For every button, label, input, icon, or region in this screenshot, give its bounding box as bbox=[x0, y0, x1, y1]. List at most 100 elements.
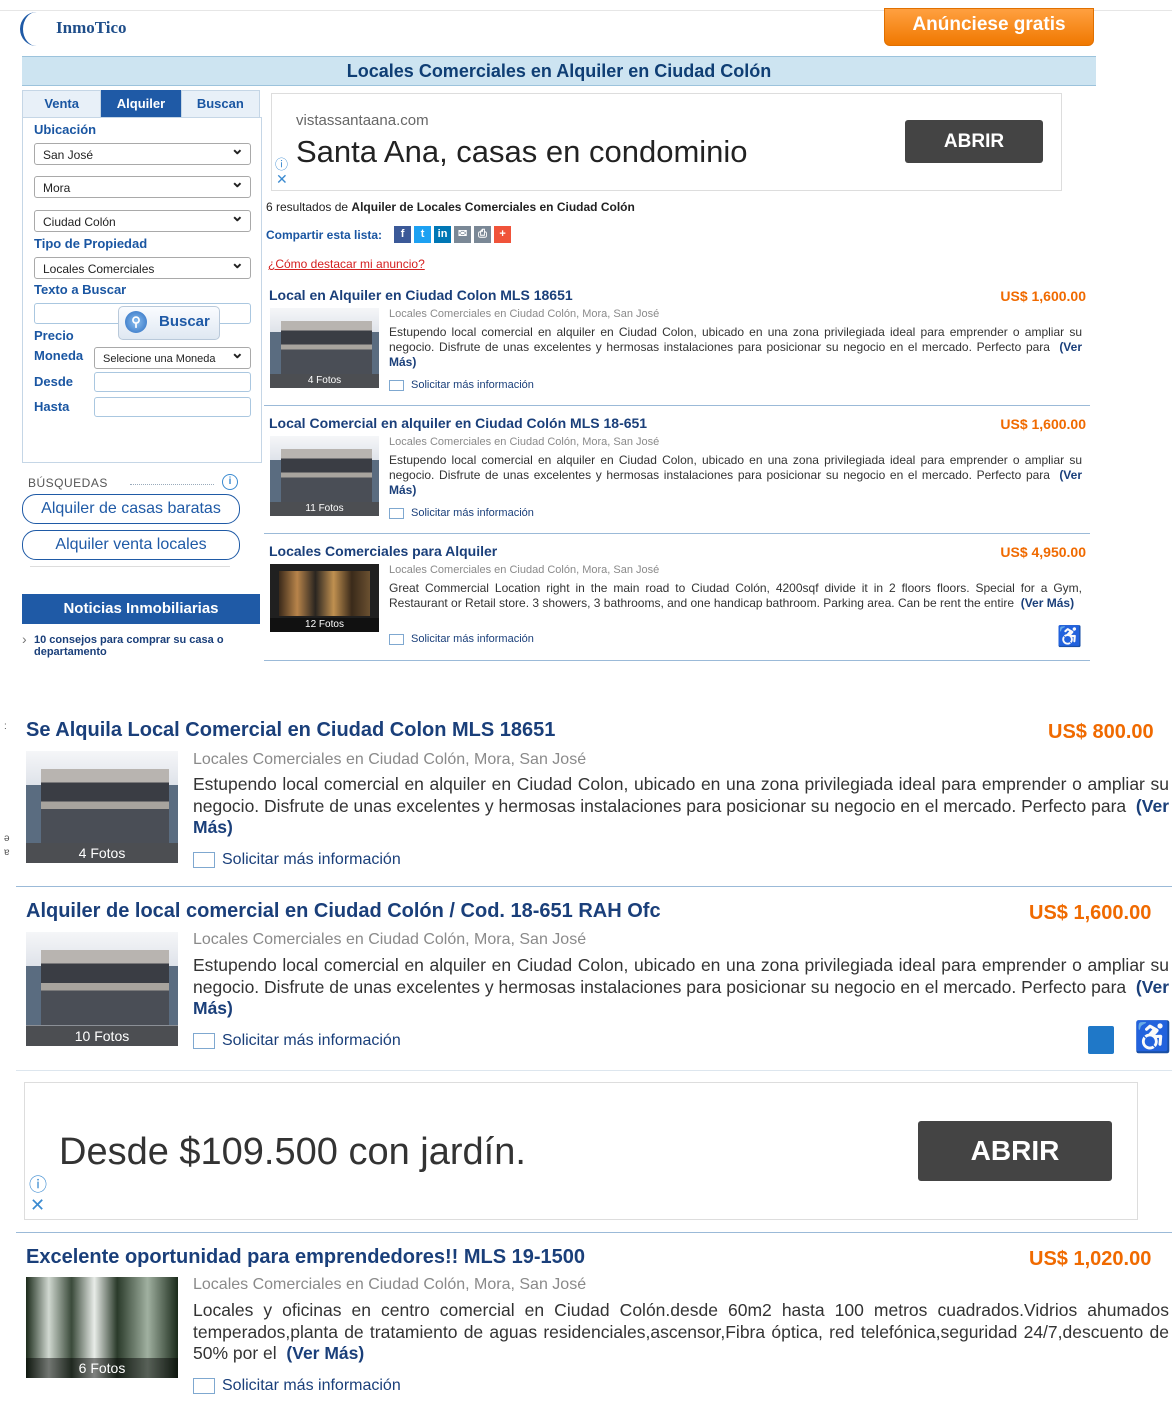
info-icon[interactable]: i bbox=[222, 474, 238, 490]
listing-description: Estupendo local comercial en alquiler en… bbox=[193, 955, 1169, 1020]
read-more-link[interactable]: (Ver Más) bbox=[1021, 596, 1074, 610]
envelope-icon bbox=[389, 507, 404, 519]
envelope-icon bbox=[389, 379, 404, 391]
request-info-label: Solicitar más información bbox=[411, 507, 534, 519]
request-info-link[interactable]: Solicitar más información bbox=[389, 633, 534, 645]
envelope-icon bbox=[389, 633, 404, 645]
province-select[interactable]: San José bbox=[34, 139, 251, 165]
listing-photo[interactable]: 12 Fotos bbox=[270, 564, 379, 632]
search-button[interactable]: ⚲ Buscar bbox=[118, 306, 220, 340]
ad-info-icon[interactable]: ⓘ bbox=[29, 1171, 47, 1197]
description-text: Estupendo local comercial en alquiler en… bbox=[193, 955, 1169, 997]
listing-item[interactable]: Local Comercial en alquiler en Ciudad Co… bbox=[264, 411, 1090, 534]
announce-free-button[interactable]: Anúnciese gratis bbox=[884, 8, 1094, 46]
results-count-query: Alquiler de Locales Comerciales en Ciuda… bbox=[351, 200, 635, 214]
highlight-ad-link[interactable]: ¿Cómo destacar mi anuncio? bbox=[268, 257, 425, 271]
accessibility-icon: ♿ bbox=[1057, 626, 1082, 648]
texto-buscar-label: Texto a Buscar bbox=[34, 282, 127, 297]
tab-alquiler[interactable]: Alquiler bbox=[101, 90, 181, 118]
desde-label: Desde bbox=[34, 374, 74, 389]
listing-description: Locales y oficinas en centro comercial e… bbox=[193, 1300, 1169, 1365]
property-type-select[interactable]: Locales Comerciales bbox=[34, 253, 251, 279]
listing-price: US$ 800.00 bbox=[1048, 721, 1154, 743]
plus-icon[interactable]: + bbox=[494, 226, 512, 243]
photo-count: 6 Fotos bbox=[26, 1358, 178, 1378]
listing-photo[interactable]: 11 Fotos bbox=[270, 436, 379, 516]
ad-open-button[interactable]: ABRIR bbox=[918, 1121, 1112, 1181]
listing-item[interactable]: Local en Alquiler en Ciudad Colon MLS 18… bbox=[264, 283, 1090, 406]
listing-item[interactable]: Excelente oportunidad para emprendedores… bbox=[24, 1242, 1172, 1405]
request-info-label: Solicitar más información bbox=[222, 851, 401, 868]
listing-divider bbox=[16, 1232, 1172, 1233]
listing-photo[interactable]: 6 Fotos bbox=[26, 1277, 178, 1378]
page-title: Locales Comerciales en Alquiler en Ciuda… bbox=[22, 56, 1096, 86]
print-icon[interactable]: ⎙ bbox=[474, 226, 492, 243]
request-info-link[interactable]: Solicitar más información bbox=[193, 1032, 401, 1050]
saved-search-divider bbox=[30, 566, 230, 567]
request-info-label: Solicitar más información bbox=[411, 379, 534, 391]
currency-select[interactable]: Selecione una Moneda bbox=[94, 343, 251, 369]
ad-banner-santa-ana[interactable]: vistassantaana.com Santa Ana, casas en c… bbox=[271, 93, 1062, 191]
cut-edge-marks: :ǝɐ bbox=[4, 721, 10, 858]
twitter-icon[interactable]: t bbox=[414, 226, 432, 243]
ad-close-icon[interactable]: ✕ bbox=[276, 171, 288, 188]
listing-location: Locales Comerciales en Ciudad Colón, Mor… bbox=[193, 1276, 587, 1293]
district-select[interactable]: Ciudad Colón bbox=[34, 206, 251, 232]
ad-headline[interactable]: Santa Ana, casas en condominio bbox=[296, 134, 748, 170]
photo-count: 12 Fotos bbox=[270, 618, 379, 632]
listing-title[interactable]: Alquiler de local comercial en Ciudad Co… bbox=[26, 900, 661, 923]
description-text: Great Commercial Location right in the m… bbox=[389, 581, 1082, 610]
hasta-label: Hasta bbox=[34, 399, 70, 414]
listing-photo[interactable]: 4 Fotos bbox=[26, 751, 178, 863]
request-info-link[interactable]: Solicitar más información bbox=[389, 379, 534, 391]
tab-buscan[interactable]: Buscan bbox=[180, 90, 260, 118]
saved-search-casas-baratas[interactable]: Alquiler de casas baratas bbox=[22, 494, 240, 524]
canton-select[interactable]: Mora bbox=[34, 172, 251, 198]
listing-item[interactable]: Locales Comerciales para Alquiler US$ 4,… bbox=[264, 539, 1090, 661]
ad-headline[interactable]: Desde $109.500 con jardín. bbox=[59, 1131, 526, 1174]
listing-title[interactable]: Local en Alquiler en Ciudad Colon MLS 18… bbox=[269, 287, 573, 303]
ad-domain: vistassantaana.com bbox=[296, 112, 429, 129]
listing-title[interactable]: Local Comercial en alquiler en Ciudad Co… bbox=[269, 415, 647, 431]
search-button-label: Buscar bbox=[159, 313, 210, 330]
request-info-link[interactable]: Solicitar más información bbox=[193, 851, 401, 869]
linkedin-icon[interactable]: in bbox=[434, 226, 452, 243]
ad-close-icon[interactable]: ✕ bbox=[30, 1195, 45, 1216]
results-count-text: 6 resultados de bbox=[266, 200, 349, 214]
request-info-link[interactable]: Solicitar más información bbox=[389, 507, 534, 519]
request-info-link[interactable]: Solicitar más información bbox=[193, 1377, 401, 1395]
results-count: 6 resultados de Alquiler de Locales Come… bbox=[266, 200, 635, 214]
email-icon[interactable]: ✉ bbox=[454, 226, 472, 243]
listing-photo[interactable]: 4 Fotos bbox=[270, 308, 379, 388]
photo-count: 10 Fotos bbox=[26, 1026, 178, 1046]
listing-price: US$ 1,020.00 bbox=[1029, 1248, 1152, 1270]
listing-item[interactable]: Se Alquila Local Comercial en Ciudad Col… bbox=[24, 715, 1172, 887]
listing-price: US$ 1,600.00 bbox=[1000, 288, 1086, 304]
listing-title[interactable]: Se Alquila Local Comercial en Ciudad Col… bbox=[26, 719, 555, 742]
saved-search-venta-locales[interactable]: Alquiler venta locales bbox=[22, 530, 240, 560]
search-tabs: Venta Alquiler Buscan bbox=[22, 90, 260, 118]
listing-divider bbox=[264, 533, 1090, 534]
listing-item[interactable]: Alquiler de local comercial en Ciudad Co… bbox=[24, 896, 1172, 1068]
request-info-label: Solicitar más información bbox=[222, 1377, 401, 1394]
ad-banner-jardin[interactable]: Desde $109.500 con jardín. ABRIR ⓘ ✕ bbox=[24, 1082, 1138, 1220]
facebook-icon[interactable]: f bbox=[394, 226, 412, 243]
request-info-label: Solicitar más información bbox=[411, 633, 534, 645]
news-header: Noticias Inmobiliarias bbox=[22, 594, 260, 624]
listing-title[interactable]: Excelente oportunidad para emprendedores… bbox=[26, 1246, 585, 1269]
tab-venta[interactable]: Venta bbox=[22, 90, 102, 118]
site-logo[interactable]: InmoTico bbox=[20, 10, 150, 46]
description-text: Estupendo local comercial en alquiler en… bbox=[389, 325, 1082, 354]
listing-price: US$ 4,950.00 bbox=[1000, 544, 1086, 560]
busquedas-divider bbox=[130, 484, 214, 485]
price-from-input[interactable] bbox=[94, 372, 251, 392]
listing-title[interactable]: Locales Comerciales para Alquiler bbox=[269, 543, 497, 559]
share-bar: Compartir esta lista: f t in ✉ ⎙ + bbox=[266, 226, 512, 243]
logo-swoosh-icon bbox=[20, 12, 53, 46]
read-more-link[interactable]: (Ver Más) bbox=[286, 1343, 364, 1363]
ad-open-button[interactable]: ABRIR bbox=[905, 120, 1043, 163]
price-to-input[interactable] bbox=[94, 397, 251, 417]
listing-divider bbox=[16, 886, 1172, 887]
news-item-link[interactable]: 10 consejos para comprar su casa o depar… bbox=[22, 631, 262, 658]
listing-photo[interactable]: 10 Fotos bbox=[26, 932, 178, 1046]
